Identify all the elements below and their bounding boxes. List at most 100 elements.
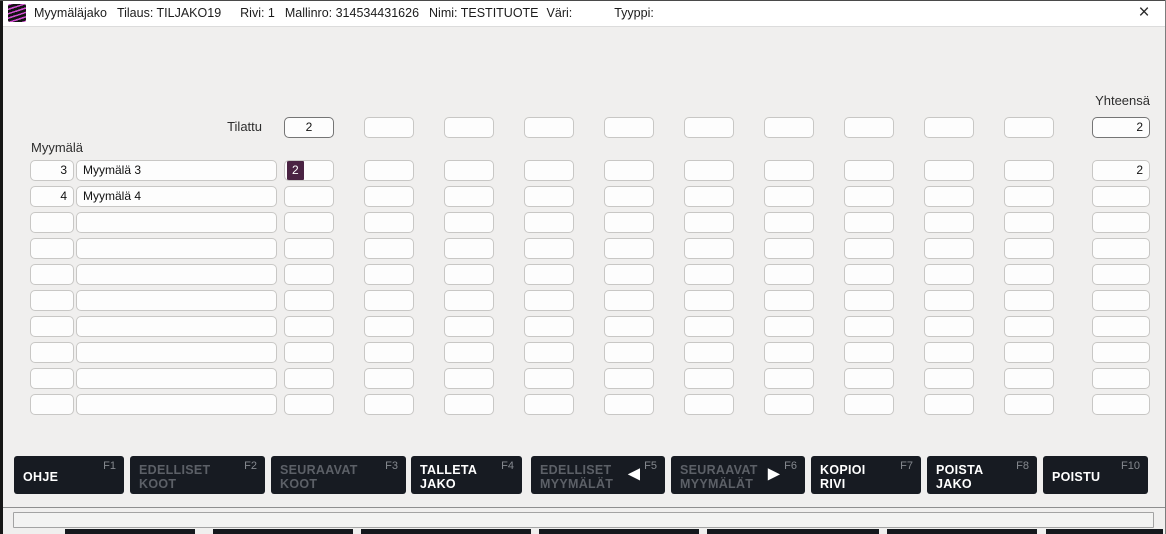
- fkey-button-f6[interactable]: SEURAAVAT MYYMÄLÄTF6▶: [671, 456, 805, 494]
- size-cell[interactable]: [764, 238, 814, 259]
- size-cell[interactable]: [604, 394, 654, 415]
- size-cell[interactable]: [524, 160, 574, 181]
- size-cell[interactable]: [284, 264, 334, 285]
- size-cell[interactable]: [364, 342, 414, 363]
- size-cell[interactable]: [284, 316, 334, 337]
- size-cell[interactable]: [684, 290, 734, 311]
- fkey-button-f4[interactable]: TALLETA JAKOF4: [411, 456, 522, 494]
- size-cell[interactable]: [684, 342, 734, 363]
- size-cell[interactable]: [604, 264, 654, 285]
- store-name-input[interactable]: [76, 368, 277, 389]
- size-cell[interactable]: [684, 238, 734, 259]
- size-cell[interactable]: [1004, 186, 1054, 207]
- store-name-input[interactable]: [76, 290, 277, 311]
- size-cell[interactable]: [844, 264, 894, 285]
- size-cell[interactable]: [1004, 160, 1054, 181]
- fkey-button-f10[interactable]: POISTUF10: [1043, 456, 1148, 494]
- size-cell[interactable]: [924, 342, 974, 363]
- size-cell[interactable]: [604, 212, 654, 233]
- size-cell[interactable]: [764, 212, 814, 233]
- fkey-button-f7[interactable]: KOPIOI RIVIF7: [811, 456, 921, 494]
- size-cell[interactable]: [764, 290, 814, 311]
- size-cell[interactable]: [764, 368, 814, 389]
- size-cell[interactable]: [924, 212, 974, 233]
- size-cell[interactable]: [684, 368, 734, 389]
- size-cell[interactable]: [924, 186, 974, 207]
- size-cell[interactable]: [524, 342, 574, 363]
- size-cell[interactable]: [1004, 394, 1054, 415]
- size-cell[interactable]: [284, 290, 334, 311]
- size-cell[interactable]: [1004, 238, 1054, 259]
- size-cell[interactable]: [1004, 342, 1054, 363]
- ordered-size-cell[interactable]: [524, 117, 574, 138]
- size-cell[interactable]: [1004, 316, 1054, 337]
- size-cell[interactable]: [604, 316, 654, 337]
- size-cell[interactable]: [444, 186, 494, 207]
- size-cell[interactable]: [684, 264, 734, 285]
- size-cell[interactable]: [604, 342, 654, 363]
- store-name-input[interactable]: Myymälä 3: [76, 160, 277, 181]
- size-cell[interactable]: [524, 368, 574, 389]
- size-cell[interactable]: [844, 238, 894, 259]
- fkey-button-f2[interactable]: EDELLISET KOOTF2: [130, 456, 265, 494]
- size-cell[interactable]: [284, 186, 334, 207]
- size-cell[interactable]: [604, 290, 654, 311]
- size-cell[interactable]: [364, 290, 414, 311]
- size-cell[interactable]: [1004, 290, 1054, 311]
- store-number-input[interactable]: 3: [30, 160, 74, 181]
- size-cell[interactable]: [924, 238, 974, 259]
- fkey-button-f1[interactable]: OHJEF1: [14, 456, 124, 494]
- size-cell[interactable]: [764, 264, 814, 285]
- size-cell[interactable]: [604, 368, 654, 389]
- size-cell[interactable]: [444, 316, 494, 337]
- size-cell[interactable]: [844, 212, 894, 233]
- size-cell[interactable]: [844, 394, 894, 415]
- size-cell[interactable]: [444, 342, 494, 363]
- size-cell[interactable]: [444, 394, 494, 415]
- store-name-input[interactable]: [76, 212, 277, 233]
- size-cell[interactable]: [604, 186, 654, 207]
- size-cell[interactable]: [444, 212, 494, 233]
- ordered-size-cell[interactable]: [924, 117, 974, 138]
- store-number-input[interactable]: [30, 394, 74, 415]
- size-cell[interactable]: [684, 186, 734, 207]
- size-cell[interactable]: [364, 394, 414, 415]
- size-cell[interactable]: [364, 212, 414, 233]
- size-cell[interactable]: [444, 290, 494, 311]
- size-cell[interactable]: [924, 264, 974, 285]
- size-cell[interactable]: [364, 160, 414, 181]
- size-cell[interactable]: [604, 160, 654, 181]
- store-name-input[interactable]: [76, 316, 277, 337]
- size-cell[interactable]: [524, 264, 574, 285]
- size-cell[interactable]: [444, 160, 494, 181]
- size-cell[interactable]: [684, 316, 734, 337]
- size-cell[interactable]: [924, 160, 974, 181]
- store-number-input[interactable]: [30, 342, 74, 363]
- size-cell[interactable]: [444, 264, 494, 285]
- size-cell[interactable]: [844, 160, 894, 181]
- size-cell[interactable]: [284, 212, 334, 233]
- store-number-input[interactable]: [30, 264, 74, 285]
- size-cell[interactable]: [764, 316, 814, 337]
- store-name-input[interactable]: [76, 238, 277, 259]
- store-number-input[interactable]: [30, 238, 74, 259]
- size-cell[interactable]: [924, 316, 974, 337]
- size-cell[interactable]: [364, 316, 414, 337]
- size-cell[interactable]: [1004, 212, 1054, 233]
- size-cell[interactable]: [444, 368, 494, 389]
- store-number-input[interactable]: 4: [30, 186, 74, 207]
- size-cell[interactable]: [284, 238, 334, 259]
- size-cell[interactable]: [924, 290, 974, 311]
- ordered-size-cell[interactable]: [364, 117, 414, 138]
- size-cell[interactable]: [284, 394, 334, 415]
- size-cell[interactable]: [844, 290, 894, 311]
- size-cell[interactable]: [844, 342, 894, 363]
- size-cell[interactable]: [684, 160, 734, 181]
- size-cell[interactable]: [1004, 368, 1054, 389]
- ordered-size-cell[interactable]: [764, 117, 814, 138]
- size-cell[interactable]: [524, 212, 574, 233]
- size-cell[interactable]: [284, 342, 334, 363]
- ordered-size-cell[interactable]: [844, 117, 894, 138]
- store-number-input[interactable]: [30, 316, 74, 337]
- size-cell[interactable]: [764, 342, 814, 363]
